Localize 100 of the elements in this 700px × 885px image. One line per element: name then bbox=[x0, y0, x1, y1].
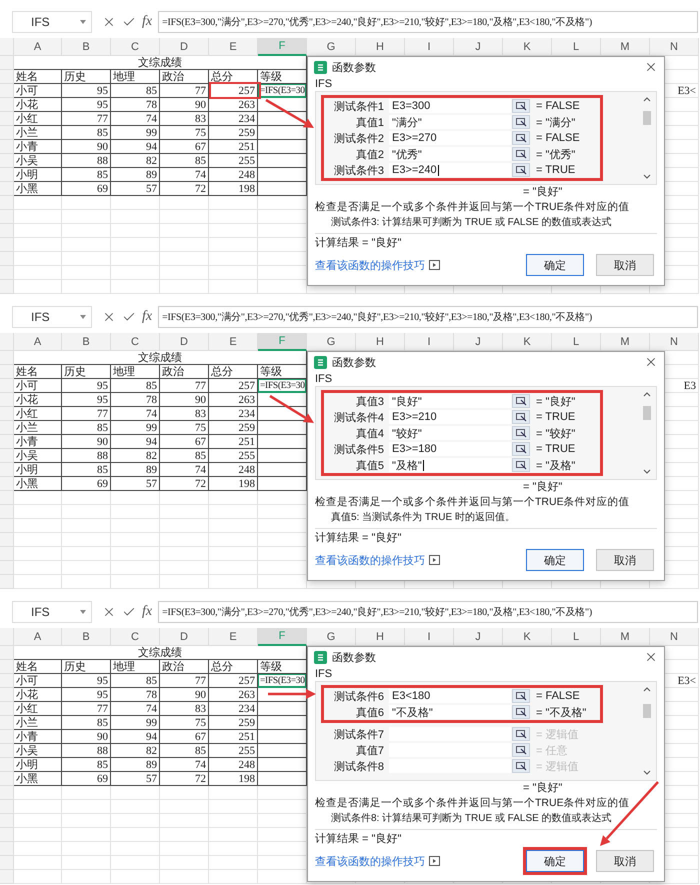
column-header[interactable]: D bbox=[160, 333, 209, 351]
column-header[interactable]: D bbox=[160, 628, 209, 646]
cancel-icon[interactable] bbox=[102, 310, 116, 324]
input-field[interactable]: "满分" bbox=[389, 115, 511, 129]
row-header[interactable] bbox=[0, 393, 14, 407]
insert-function-button[interactable]: fx bbox=[142, 604, 152, 620]
row-header[interactable] bbox=[0, 646, 14, 660]
column-header[interactable]: G bbox=[307, 38, 356, 56]
cancel-icon[interactable] bbox=[102, 15, 116, 29]
input-field[interactable]: "优秀" bbox=[389, 147, 511, 161]
range-select-button[interactable] bbox=[512, 759, 530, 773]
column-header[interactable]: L bbox=[552, 628, 601, 646]
row-header[interactable] bbox=[0, 154, 14, 168]
row-header[interactable] bbox=[0, 435, 14, 449]
input-field[interactable]: E3>=240 bbox=[389, 163, 511, 177]
dialog-button[interactable]: 确定 bbox=[526, 850, 584, 872]
column-header[interactable]: K bbox=[503, 333, 552, 351]
column-header[interactable]: I bbox=[405, 38, 454, 56]
column-header[interactable]: G bbox=[307, 628, 356, 646]
scroll-up-icon[interactable] bbox=[643, 687, 651, 692]
row-header[interactable] bbox=[0, 365, 14, 379]
row-header[interactable] bbox=[0, 182, 14, 196]
row-header[interactable] bbox=[0, 126, 14, 140]
row-header[interactable] bbox=[0, 210, 14, 224]
input-field[interactable] bbox=[389, 743, 511, 757]
row-header[interactable] bbox=[0, 575, 14, 589]
row-header[interactable] bbox=[0, 84, 14, 98]
row-header[interactable] bbox=[0, 266, 14, 280]
close-icon[interactable] bbox=[644, 60, 658, 74]
select-all-corner[interactable] bbox=[0, 38, 14, 56]
row-header[interactable] bbox=[0, 351, 14, 365]
row-header[interactable] bbox=[0, 379, 14, 393]
range-select-button[interactable] bbox=[512, 426, 530, 440]
column-header[interactable]: H bbox=[356, 628, 405, 646]
input-field[interactable]: E3>=270 bbox=[389, 131, 511, 145]
scrollbar-thumb[interactable] bbox=[643, 406, 651, 420]
range-select-button[interactable] bbox=[512, 458, 530, 472]
column-header[interactable]: K bbox=[503, 38, 552, 56]
column-header[interactable]: H bbox=[356, 333, 405, 351]
row-header[interactable] bbox=[0, 98, 14, 112]
range-select-button[interactable] bbox=[512, 410, 530, 424]
row-header[interactable] bbox=[0, 828, 14, 842]
column-header[interactable]: I bbox=[405, 333, 454, 351]
range-select-button[interactable] bbox=[512, 743, 530, 757]
scroll-down-icon[interactable] bbox=[643, 469, 651, 474]
scrollbar[interactable] bbox=[641, 685, 653, 777]
tips-link[interactable]: 查看该函数的操作技巧 bbox=[315, 854, 440, 868]
row-header[interactable] bbox=[0, 238, 14, 252]
row-header[interactable] bbox=[0, 407, 14, 421]
column-header[interactable]: A bbox=[14, 628, 62, 646]
range-select-button[interactable] bbox=[512, 147, 530, 161]
column-header[interactable]: E bbox=[209, 38, 258, 56]
insert-function-button[interactable]: fx bbox=[142, 14, 152, 30]
dialog-button[interactable]: 取消 bbox=[596, 549, 654, 571]
scrollbar[interactable] bbox=[641, 95, 653, 181]
scroll-up-icon[interactable] bbox=[643, 392, 651, 397]
range-select-button[interactable] bbox=[512, 163, 530, 177]
column-header[interactable]: N bbox=[650, 333, 699, 351]
row-header[interactable] bbox=[0, 491, 14, 505]
column-header[interactable]: C bbox=[111, 628, 160, 646]
row-header[interactable] bbox=[0, 870, 14, 884]
input-field[interactable]: E3>=210 bbox=[389, 410, 511, 424]
scroll-down-icon[interactable] bbox=[643, 770, 651, 775]
column-header[interactable]: D bbox=[160, 38, 209, 56]
row-header[interactable] bbox=[0, 56, 14, 70]
name-box[interactable]: IFS bbox=[12, 11, 92, 33]
row-header[interactable] bbox=[0, 660, 14, 674]
column-header[interactable]: H bbox=[356, 38, 405, 56]
row-header[interactable] bbox=[0, 856, 14, 870]
range-select-button[interactable] bbox=[512, 394, 530, 408]
column-header[interactable]: I bbox=[405, 628, 454, 646]
row-header[interactable] bbox=[0, 463, 14, 477]
close-icon[interactable] bbox=[644, 355, 658, 369]
close-icon[interactable] bbox=[644, 650, 658, 664]
row-header[interactable] bbox=[0, 196, 14, 210]
row-header[interactable] bbox=[0, 505, 14, 519]
column-header[interactable]: C bbox=[111, 38, 160, 56]
scrollbar-thumb[interactable] bbox=[643, 111, 651, 125]
formula-field[interactable]: =IFS(E3=300,"满分",E3>=270,"优秀",E3>=240,"良好",E3>=210,"较好",E3>=180,"及格",E3<180,"不及格") bbox=[158, 306, 698, 328]
input-field[interactable]: "良好" bbox=[389, 394, 511, 408]
column-header[interactable]: L bbox=[552, 333, 601, 351]
row-header[interactable] bbox=[0, 140, 14, 154]
range-select-button[interactable] bbox=[512, 442, 530, 456]
column-header[interactable]: N bbox=[650, 628, 699, 646]
dialog-button[interactable]: 取消 bbox=[596, 850, 654, 872]
dialog-button[interactable]: 确定 bbox=[526, 549, 584, 571]
input-field[interactable]: E3<180 bbox=[389, 689, 511, 703]
range-select-button[interactable] bbox=[512, 131, 530, 145]
row-header[interactable] bbox=[0, 421, 14, 435]
column-header[interactable]: M bbox=[601, 628, 650, 646]
row-header[interactable] bbox=[0, 800, 14, 814]
range-select-button[interactable] bbox=[512, 689, 530, 703]
column-header[interactable]: L bbox=[552, 38, 601, 56]
row-header[interactable] bbox=[0, 224, 14, 238]
range-select-button[interactable] bbox=[512, 115, 530, 129]
input-field[interactable]: "不及格" bbox=[389, 705, 511, 719]
column-header[interactable]: J bbox=[454, 38, 503, 56]
row-header[interactable] bbox=[0, 744, 14, 758]
column-header[interactable]: N bbox=[650, 38, 699, 56]
column-header[interactable]: B bbox=[62, 333, 111, 351]
